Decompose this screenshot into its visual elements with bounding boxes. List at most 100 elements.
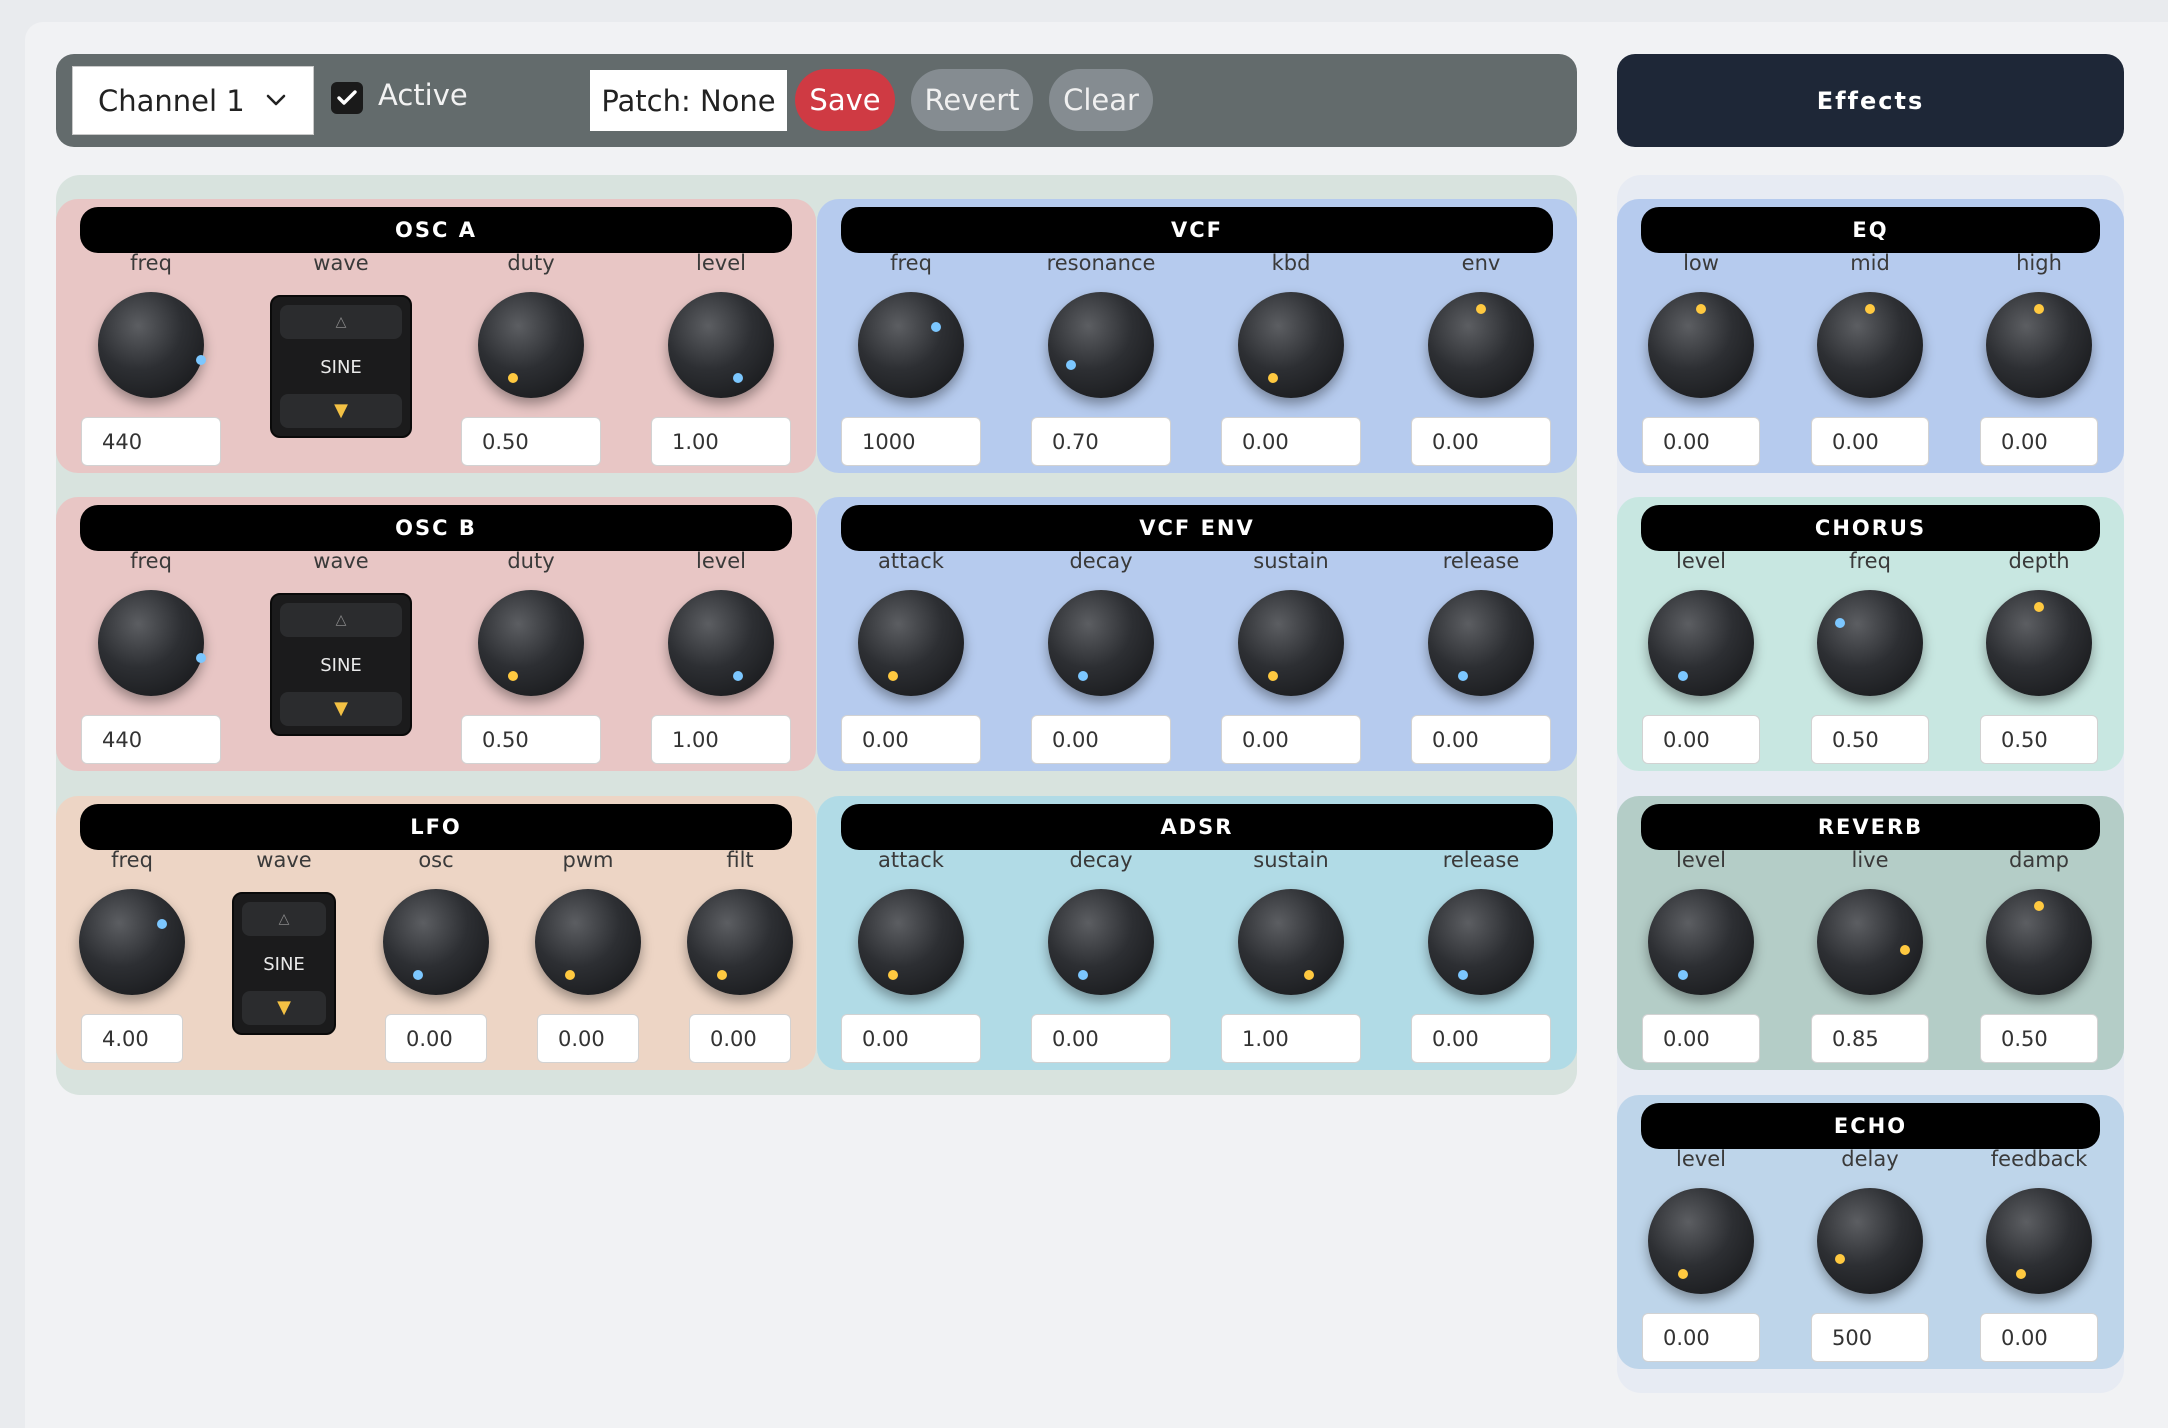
wave-control: wave △ SINE ▼ xyxy=(261,549,421,766)
knob-indicator-dot xyxy=(1066,360,1076,370)
sustain-value-input[interactable] xyxy=(1221,715,1361,764)
panel-title: REVERB xyxy=(1641,804,2100,850)
damp-knob[interactable] xyxy=(1986,889,2092,995)
duty-value-input[interactable] xyxy=(461,715,601,764)
decay-knob[interactable] xyxy=(1048,889,1154,995)
feedback-knob[interactable] xyxy=(1986,1188,2092,1294)
release-value-input[interactable] xyxy=(1411,715,1551,764)
knob-indicator-dot xyxy=(888,970,898,980)
effects-button[interactable]: Effects xyxy=(1617,54,2124,147)
freq-value-input[interactable] xyxy=(81,417,221,466)
knob-indicator-dot xyxy=(2034,304,2044,314)
level-knob[interactable] xyxy=(1648,590,1754,696)
freq-knob[interactable] xyxy=(79,889,185,995)
mid-knob[interactable] xyxy=(1817,292,1923,398)
knob-indicator-dot xyxy=(1304,970,1314,980)
release-control: release xyxy=(1401,848,1561,1065)
panel-title: VCF ENV xyxy=(841,505,1553,551)
delay-knob[interactable] xyxy=(1817,1188,1923,1294)
pwm-knob[interactable] xyxy=(535,889,641,995)
level-label: level xyxy=(696,549,746,573)
freq-knob[interactable] xyxy=(858,292,964,398)
attack-knob[interactable] xyxy=(858,889,964,995)
env-value-input[interactable] xyxy=(1411,417,1551,466)
release-knob[interactable] xyxy=(1428,590,1534,696)
decay-knob[interactable] xyxy=(1048,590,1154,696)
attack-value-input[interactable] xyxy=(841,715,981,764)
level-value-input[interactable] xyxy=(651,417,791,466)
wave-up-button[interactable]: △ xyxy=(242,902,326,936)
resonance-knob[interactable] xyxy=(1048,292,1154,398)
knob-indicator-dot xyxy=(1268,373,1278,383)
level-value-input[interactable] xyxy=(1642,1014,1760,1063)
freq-knob[interactable] xyxy=(98,292,206,398)
wave-down-button[interactable]: ▼ xyxy=(242,991,326,1025)
revert-button[interactable]: Revert xyxy=(911,69,1033,131)
level-knob[interactable] xyxy=(668,292,774,398)
env-knob[interactable] xyxy=(1428,292,1534,398)
level-knob[interactable] xyxy=(1648,889,1754,995)
high-value-input[interactable] xyxy=(1980,417,2098,466)
decay-value-input[interactable] xyxy=(1031,1014,1171,1063)
mid-value-input[interactable] xyxy=(1811,417,1929,466)
save-button[interactable]: Save xyxy=(795,69,895,131)
knob-indicator-dot xyxy=(413,970,423,980)
depth-knob[interactable] xyxy=(1986,590,2092,696)
duty-knob[interactable] xyxy=(478,590,584,696)
env-control: env xyxy=(1401,251,1561,468)
filt-knob[interactable] xyxy=(687,889,793,995)
pwm-value-input[interactable] xyxy=(537,1014,639,1063)
sustain-knob[interactable] xyxy=(1238,590,1344,696)
kbd-knob[interactable] xyxy=(1238,292,1344,398)
decay-value-input[interactable] xyxy=(1031,715,1171,764)
osc-value-input[interactable] xyxy=(385,1014,487,1063)
kbd-value-input[interactable] xyxy=(1221,417,1361,466)
decay-control: decay xyxy=(1021,549,1181,766)
panel-adsr: ADSRattack decay sustain release xyxy=(817,796,1577,1070)
wave-control: wave △ SINE ▼ xyxy=(204,848,364,1065)
freq-knob[interactable] xyxy=(1817,590,1923,696)
sustain-value-input[interactable] xyxy=(1221,1014,1361,1063)
live-knob[interactable] xyxy=(1817,889,1923,995)
level-value-input[interactable] xyxy=(651,715,791,764)
duty-knob[interactable] xyxy=(478,292,584,398)
panel-lfo: LFOfreq wave △ SINE ▼ osc pwm filt xyxy=(56,796,816,1070)
attack-value-input[interactable] xyxy=(841,1014,981,1063)
attack-knob[interactable] xyxy=(858,590,964,696)
feedback-value-input[interactable] xyxy=(1980,1313,2098,1362)
resonance-value-input[interactable] xyxy=(1031,417,1171,466)
high-knob[interactable] xyxy=(1986,292,2092,398)
feedback-label: feedback xyxy=(1990,1147,2088,1171)
level-knob[interactable] xyxy=(1648,1188,1754,1294)
low-value-input[interactable] xyxy=(1642,417,1760,466)
level-value-input[interactable] xyxy=(1642,1313,1760,1362)
duty-value-input[interactable] xyxy=(461,417,601,466)
damp-value-input[interactable] xyxy=(1980,1014,2098,1063)
wave-up-button[interactable]: △ xyxy=(280,603,402,637)
filt-value-input[interactable] xyxy=(689,1014,791,1063)
freq-value-input[interactable] xyxy=(841,417,981,466)
level-knob[interactable] xyxy=(668,590,774,696)
wave-up-button[interactable]: △ xyxy=(280,305,402,339)
release-value-input[interactable] xyxy=(1411,1014,1551,1063)
osc-label: osc xyxy=(418,848,454,872)
level-value-input[interactable] xyxy=(1642,715,1760,764)
active-checkbox[interactable] xyxy=(331,82,363,114)
wave-down-button[interactable]: ▼ xyxy=(280,394,402,428)
freq-value-input[interactable] xyxy=(81,1014,183,1063)
osc-knob[interactable] xyxy=(383,889,489,995)
wave-label: wave xyxy=(313,549,369,573)
wave-down-button[interactable]: ▼ xyxy=(280,692,402,726)
freq-value-input[interactable] xyxy=(81,715,221,764)
clear-button[interactable]: Clear xyxy=(1049,69,1153,131)
freq-control: freq xyxy=(71,251,231,468)
delay-value-input[interactable] xyxy=(1811,1313,1929,1362)
freq-value-input[interactable] xyxy=(1811,715,1929,764)
live-value-input[interactable] xyxy=(1811,1014,1929,1063)
channel-select[interactable]: Channel 1 xyxy=(72,66,314,135)
depth-value-input[interactable] xyxy=(1980,715,2098,764)
freq-knob[interactable] xyxy=(98,590,206,696)
low-knob[interactable] xyxy=(1648,292,1754,398)
sustain-knob[interactable] xyxy=(1238,889,1344,995)
release-knob[interactable] xyxy=(1428,889,1534,995)
